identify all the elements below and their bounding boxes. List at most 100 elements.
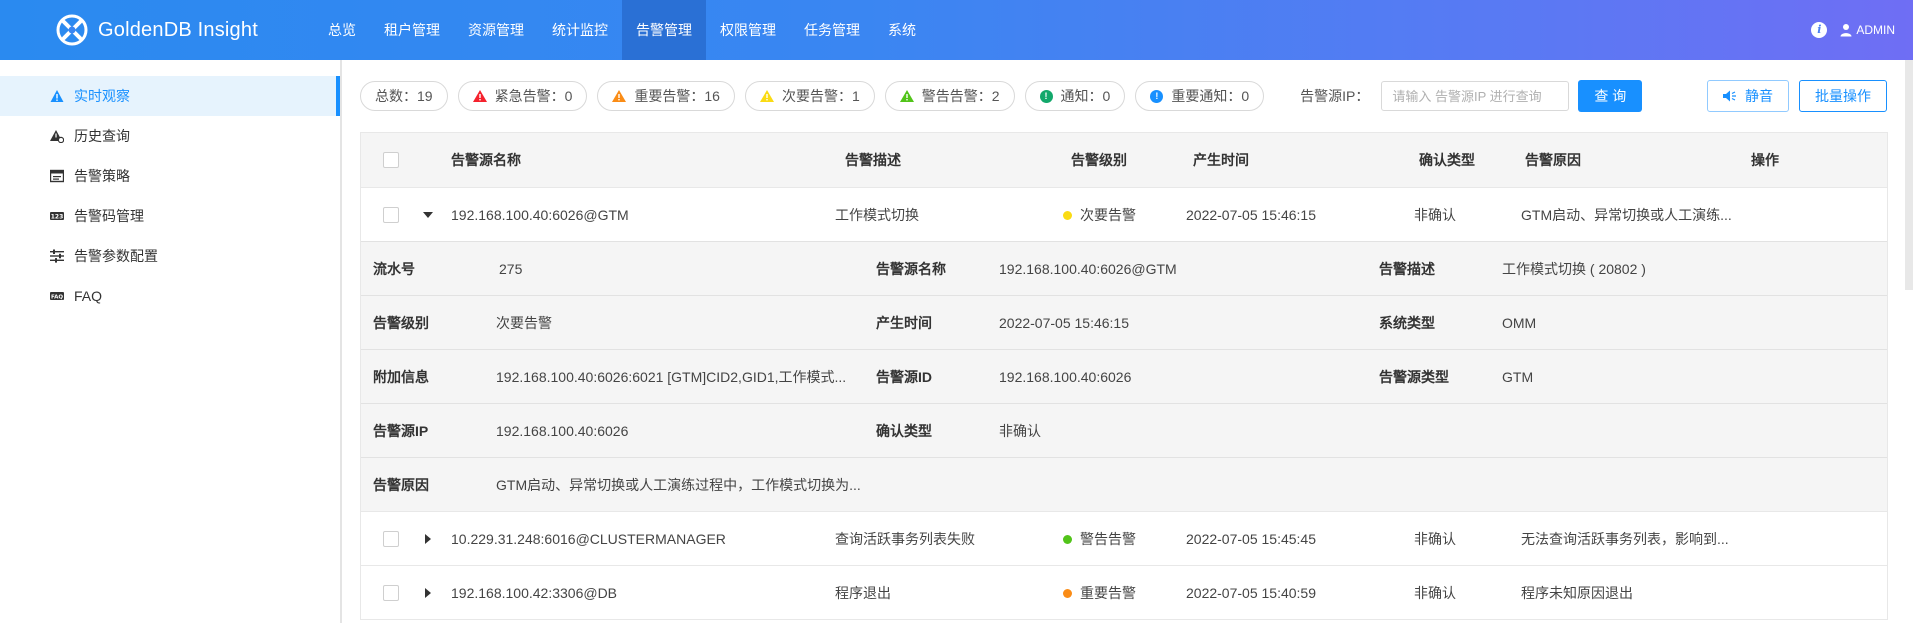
sidebar-item-faq[interactable]: FAQ FAQ: [0, 276, 340, 316]
code-123-icon: 123: [50, 212, 64, 221]
row-reason: 程序未知原因退出: [1521, 585, 1633, 601]
nav-permission[interactable]: 权限管理: [706, 0, 790, 60]
sidebar-item-policy[interactable]: 告警策略: [0, 156, 340, 196]
detail-row: 流水号 275 告警源名称 192.168.100.40:6026@GTM 告警…: [361, 241, 1887, 295]
detail-level-label: 告警级别: [373, 315, 429, 331]
chevron-right-icon[interactable]: [421, 532, 435, 546]
filter-label: 警告告警：2: [921, 88, 1000, 104]
detail-level-value: 次要告警: [496, 315, 552, 331]
filter-minor[interactable]: 次要告警：1: [744, 81, 875, 111]
sidebar-item-label: FAQ: [74, 288, 103, 304]
goldendb-logo-icon: [56, 14, 88, 46]
detail-row: 附加信息 192.168.100.40:6026:6021 [GTM]CID2,…: [361, 349, 1887, 403]
alarm-table: 告警源名称 告警描述 告警级别 产生时间 确认类型 告警原因 操作 192.16…: [360, 132, 1888, 620]
sidebar-item-label: 告警参数配置: [74, 248, 158, 264]
warning-triangle-icon: [899, 90, 914, 102]
row-description: 查询活跃事务列表失败: [835, 531, 975, 547]
query-button[interactable]: 查 询: [1578, 80, 1643, 112]
row-reason: 无法查询活跃事务列表，影响到...: [1521, 531, 1729, 547]
col-source-name: 告警源名称: [451, 152, 521, 168]
important-notice-circle-icon: !: [1150, 89, 1164, 103]
col-actions: 操作: [1751, 152, 1779, 168]
row-description: 工作模式切换: [835, 207, 919, 223]
sidebar-item-realtime[interactable]: 实时观察: [0, 76, 340, 116]
table-row[interactable]: 192.168.100.40:6026@GTM 工作模式切换 次要告警 2022…: [361, 187, 1887, 241]
detail-src-name-label: 告警源名称: [876, 261, 946, 277]
detail-src-id-label: 告警源ID: [876, 369, 932, 385]
detail-time-value: 2022-07-05 15:46:15: [999, 315, 1129, 331]
row-reason: GTM启动、异常切换或人工演练...: [1521, 207, 1732, 223]
source-ip-label: 告警源IP：: [1300, 88, 1370, 104]
detail-systype-label: 系统类型: [1379, 315, 1435, 331]
source-ip-input[interactable]: [1381, 81, 1570, 111]
sidebar-item-label: 历史查询: [74, 128, 130, 144]
row-confirm-type: 非确认: [1414, 207, 1456, 223]
sidebar-item-param-config[interactable]: 告警参数配置: [0, 236, 340, 276]
select-all-checkbox[interactable]: [383, 152, 399, 168]
row-description: 程序退出: [835, 585, 891, 601]
minor-triangle-icon: [759, 90, 774, 102]
level-dot-icon: [1063, 588, 1072, 598]
filter-label: 总数：19: [375, 88, 433, 104]
detail-serial-value: 275: [499, 261, 523, 277]
row-source-name: 10.229.31.248:6016@CLUSTERMANAGER: [451, 531, 726, 547]
nav-resource[interactable]: 资源管理: [454, 0, 538, 60]
detail-row: 告警级别 次要告警 产生时间 2022-07-05 15:46:15 系统类型 …: [361, 295, 1887, 349]
detail-src-ip-label: 告警源IP: [373, 423, 429, 439]
nav-alarm[interactable]: 告警管理: [622, 0, 706, 60]
major-triangle-icon: [612, 90, 627, 102]
col-level: 告警级别: [1071, 152, 1127, 168]
filter-total[interactable]: 总数：19: [360, 81, 448, 111]
chevron-right-icon[interactable]: [421, 586, 435, 600]
detail-confirm-label: 确认类型: [876, 423, 932, 439]
svg-text:FAQ: FAQ: [51, 295, 63, 301]
row-checkbox[interactable]: [383, 207, 399, 223]
detail-reason-value: GTM启动、异常切换或人工演练过程中，工作模式切换为...: [496, 477, 861, 493]
chevron-down-icon[interactable]: [421, 208, 435, 222]
filter-major[interactable]: 重要告警：16: [597, 81, 735, 111]
filter-label: 次要告警：1: [781, 88, 860, 104]
row-checkbox[interactable]: [383, 585, 399, 601]
app-logo[interactable]: GoldenDB Insight: [56, 14, 296, 46]
nav-overview[interactable]: 总览: [314, 0, 370, 60]
main-nav: 总览 租户管理 资源管理 统计监控 告警管理 权限管理 任务管理 系统: [314, 0, 930, 60]
filter-critical[interactable]: 紧急告警：0: [457, 81, 588, 111]
svg-text:123: 123: [51, 214, 64, 221]
sidebar-item-alarm-code[interactable]: 123 告警码管理: [0, 196, 340, 236]
user-icon[interactable]: [1839, 23, 1853, 37]
detail-row: 告警源IP 192.168.100.40:6026 确认类型 非确认: [361, 403, 1887, 457]
row-confirm-type: 非确认: [1414, 531, 1456, 547]
warning-triangle-icon: [50, 90, 64, 102]
row-source-name: 192.168.100.42:3306@DB: [451, 585, 618, 601]
nav-task[interactable]: 任务管理: [790, 0, 874, 60]
table-row[interactable]: 192.168.100.42:3306@DB 程序退出 重要告警 2022-07…: [361, 565, 1887, 619]
row-time: 2022-07-05 15:40:59: [1186, 585, 1316, 601]
sidebar-splitter[interactable]: [340, 60, 342, 623]
mute-button[interactable]: 静音: [1707, 80, 1789, 112]
row-confirm-type: 非确认: [1414, 585, 1456, 601]
nav-statistics[interactable]: 统计监控: [538, 0, 622, 60]
detail-desc-value: 工作模式切换 ( 20802 ): [1502, 261, 1646, 277]
level-dot-icon: [1063, 210, 1072, 220]
row-time: 2022-07-05 15:45:45: [1186, 531, 1316, 547]
sidebar: 实时观察 历史查询 告警策略 123 告警码管理 告警参数配置 FAQ FAQ: [0, 60, 340, 623]
nav-tenant[interactable]: 租户管理: [370, 0, 454, 60]
user-name[interactable]: ADMIN: [1856, 23, 1895, 37]
row-checkbox[interactable]: [383, 531, 399, 547]
nav-system[interactable]: 系统: [874, 0, 930, 60]
sidebar-item-history[interactable]: 历史查询: [0, 116, 340, 156]
col-reason: 告警原因: [1525, 152, 1581, 168]
detail-src-ip-value: 192.168.100.40:6026: [496, 423, 629, 439]
filter-important-notice[interactable]: ! 重要通知：0: [1135, 81, 1265, 111]
detail-confirm-value: 非确认: [999, 423, 1041, 439]
row-level: 警告告警: [1063, 512, 1136, 566]
page-scrollbar[interactable]: [1905, 60, 1913, 290]
filter-label: 重要通知：0: [1171, 88, 1250, 104]
row-level: 次要告警: [1063, 188, 1136, 242]
info-icon[interactable]: i: [1811, 22, 1828, 38]
filter-warning[interactable]: 警告告警：2: [884, 81, 1015, 111]
table-row[interactable]: 10.229.31.248:6016@CLUSTERMANAGER 查询活跃事务…: [361, 511, 1887, 565]
batch-operation-button[interactable]: 批量操作: [1799, 80, 1887, 112]
filter-notice[interactable]: ! 通知：0: [1024, 81, 1126, 111]
alarm-toolbar: 总数：19 紧急告警：0 重要告警：16 次要告警：1 警告告警：2 ! 通知：…: [360, 60, 1888, 132]
